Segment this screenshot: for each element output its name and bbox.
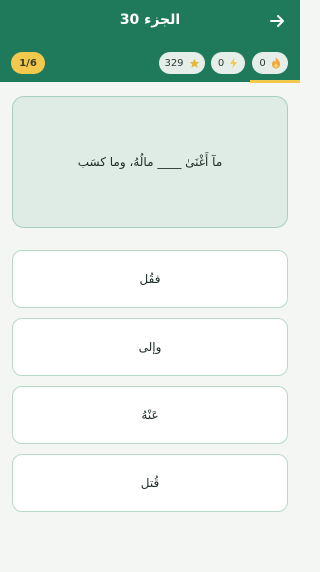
answer-option-label: وإلى <box>138 340 162 354</box>
progress-badge: 1/6 <box>11 52 45 74</box>
star-icon <box>189 58 199 68</box>
page-title: الجزء 30 <box>119 12 181 28</box>
answer-option-label: فقُل <box>139 272 161 286</box>
progress-bar <box>250 80 300 83</box>
fire-icon <box>271 57 280 69</box>
back-button[interactable] <box>268 12 286 30</box>
question-card: مآ أَغْنَىٰ ____ مالُهُ، وما كسَب <box>12 96 288 228</box>
streak-count: 0 <box>259 57 266 69</box>
answer-option-4[interactable]: قُتل <box>12 454 288 512</box>
bolt-count: 0 <box>217 57 225 69</box>
streak-counter: 0 <box>252 52 288 74</box>
answer-option-1[interactable]: فقُل <box>12 250 288 308</box>
answer-option-label: قُتل <box>140 476 160 490</box>
progress-text: 1/6 <box>19 57 37 69</box>
question-text: مآ أَغْنَىٰ ____ مالُهُ، وما كسَب <box>77 155 223 169</box>
answer-option-label: عَنْهُ <box>141 408 159 422</box>
app-header: الجزء 30 1/6 329 0 0 <box>0 0 300 83</box>
lightning-icon <box>230 57 238 69</box>
answer-option-3[interactable]: عَنْهُ <box>12 386 288 444</box>
arrow-right-icon <box>270 15 284 27</box>
stars-count: 329 <box>164 57 184 69</box>
bolt-counter: 0 <box>211 52 245 74</box>
stars-counter: 329 <box>159 52 205 74</box>
answer-option-2[interactable]: وإلى <box>12 318 288 376</box>
